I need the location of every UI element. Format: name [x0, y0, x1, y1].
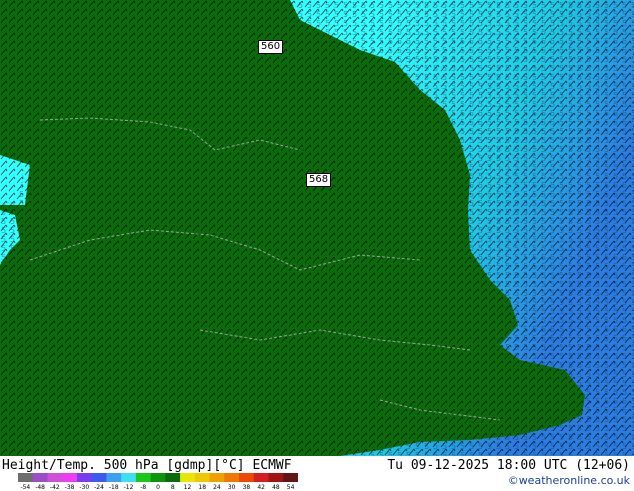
scale-segment	[268, 473, 284, 482]
contour-label-560: 560	[258, 40, 284, 54]
scale-segment	[76, 473, 93, 482]
scale-segment	[239, 473, 255, 482]
scale-segment	[91, 473, 107, 482]
scale-segment	[194, 473, 211, 482]
color-scale	[18, 473, 298, 482]
scale-segment	[32, 473, 48, 482]
scale-segment	[18, 473, 34, 482]
scale-segment	[224, 473, 240, 482]
scale-segment	[150, 473, 166, 482]
scale-segment	[121, 473, 137, 482]
scale-segment	[135, 473, 152, 482]
color-scale-ticks: -54 -48 -42 -38 -30 -24 -18 -12 -8 0 8 12 18 24 30 38 42…	[18, 484, 298, 491]
scale-segment	[209, 473, 225, 482]
scale-segment	[62, 473, 78, 482]
wind-barbs	[0, 0, 634, 456]
weather-map: 5	[0, 0, 634, 456]
credit-link[interactable]: ©weatheronline.co.uk	[508, 474, 630, 487]
map-title: Height/Temp. 500 hPa [gdmp][°C] ECMWF	[2, 458, 292, 473]
contour-label-568: 568	[306, 173, 332, 187]
scale-segment	[106, 473, 122, 482]
scale-segment	[283, 473, 298, 482]
scale-segment	[165, 473, 181, 482]
map-datetime: Tu 09-12-2025 18:00 UTC (12+06)	[387, 458, 630, 473]
scale-segment	[47, 473, 63, 482]
scale-segment	[180, 473, 196, 482]
scale-segment	[253, 473, 270, 482]
